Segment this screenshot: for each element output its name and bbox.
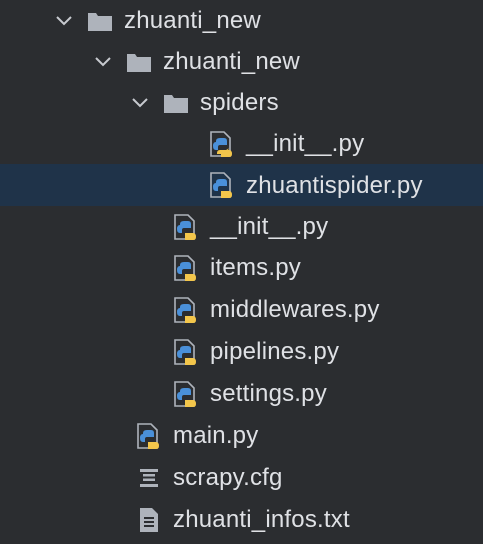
tree-item-settings-py[interactable]: settings.py <box>0 373 483 414</box>
tree-item-zhuanti-infos-txt[interactable]: zhuanti_infos.txt <box>0 499 483 540</box>
tree-item-zhuantispider-py[interactable]: zhuantispider.py <box>0 164 483 206</box>
python-file-icon <box>172 338 200 366</box>
python-file-icon <box>208 171 236 199</box>
tree-item-label: settings.py <box>210 380 327 407</box>
tree-item-pipelines-py[interactable]: pipelines.py <box>0 331 483 372</box>
tree-item-spiders-init-py[interactable]: __init__.py <box>0 123 483 164</box>
python-file-icon <box>172 254 200 282</box>
folder-icon <box>162 89 190 117</box>
config-file-icon <box>135 464 163 492</box>
chevron-down-icon[interactable] <box>52 0 76 41</box>
tree-item-label: zhuantispider.py <box>246 171 423 199</box>
tree-item-spiders[interactable]: spiders <box>0 82 483 123</box>
python-file-icon <box>172 380 200 408</box>
tree-item-items-py[interactable]: items.py <box>0 247 483 288</box>
tree-item-zhuanti-new-package[interactable]: zhuanti_new <box>0 41 483 82</box>
tree-item-label: scrapy.cfg <box>173 464 283 491</box>
tree-item-scrapy-cfg[interactable]: scrapy.cfg <box>0 457 483 498</box>
text-file-icon <box>135 506 163 534</box>
folder-icon <box>125 48 153 76</box>
python-file-icon <box>135 422 163 450</box>
tree-item-label: pipelines.py <box>210 338 340 365</box>
python-file-icon <box>172 296 200 324</box>
folder-icon <box>86 7 114 35</box>
tree-item-label: middlewares.py <box>210 296 380 323</box>
tree-item-label: zhuanti_new <box>124 7 261 34</box>
tree-item-label: __init__.py <box>246 130 365 157</box>
tree-item-package-init-py[interactable]: __init__.py <box>0 206 483 247</box>
python-file-icon <box>172 213 200 241</box>
tree-item-label: items.py <box>210 254 301 281</box>
tree-item-middlewares-py[interactable]: middlewares.py <box>0 289 483 330</box>
tree-item-zhuanti-new-root[interactable]: zhuanti_new <box>0 0 483 41</box>
tree-item-label: zhuanti_new <box>163 48 300 75</box>
chevron-down-icon[interactable] <box>128 82 152 123</box>
python-file-icon <box>208 130 236 158</box>
tree-item-label: zhuanti_infos.txt <box>173 506 350 533</box>
chevron-down-icon[interactable] <box>91 41 115 82</box>
tree-item-main-py[interactable]: main.py <box>0 415 483 456</box>
tree-item-label: spiders <box>200 89 279 116</box>
tree-item-label: __init__.py <box>210 213 329 240</box>
project-tree: zhuanti_new zhuanti_new spiders __init__… <box>0 0 483 544</box>
tree-item-label: main.py <box>173 422 259 449</box>
